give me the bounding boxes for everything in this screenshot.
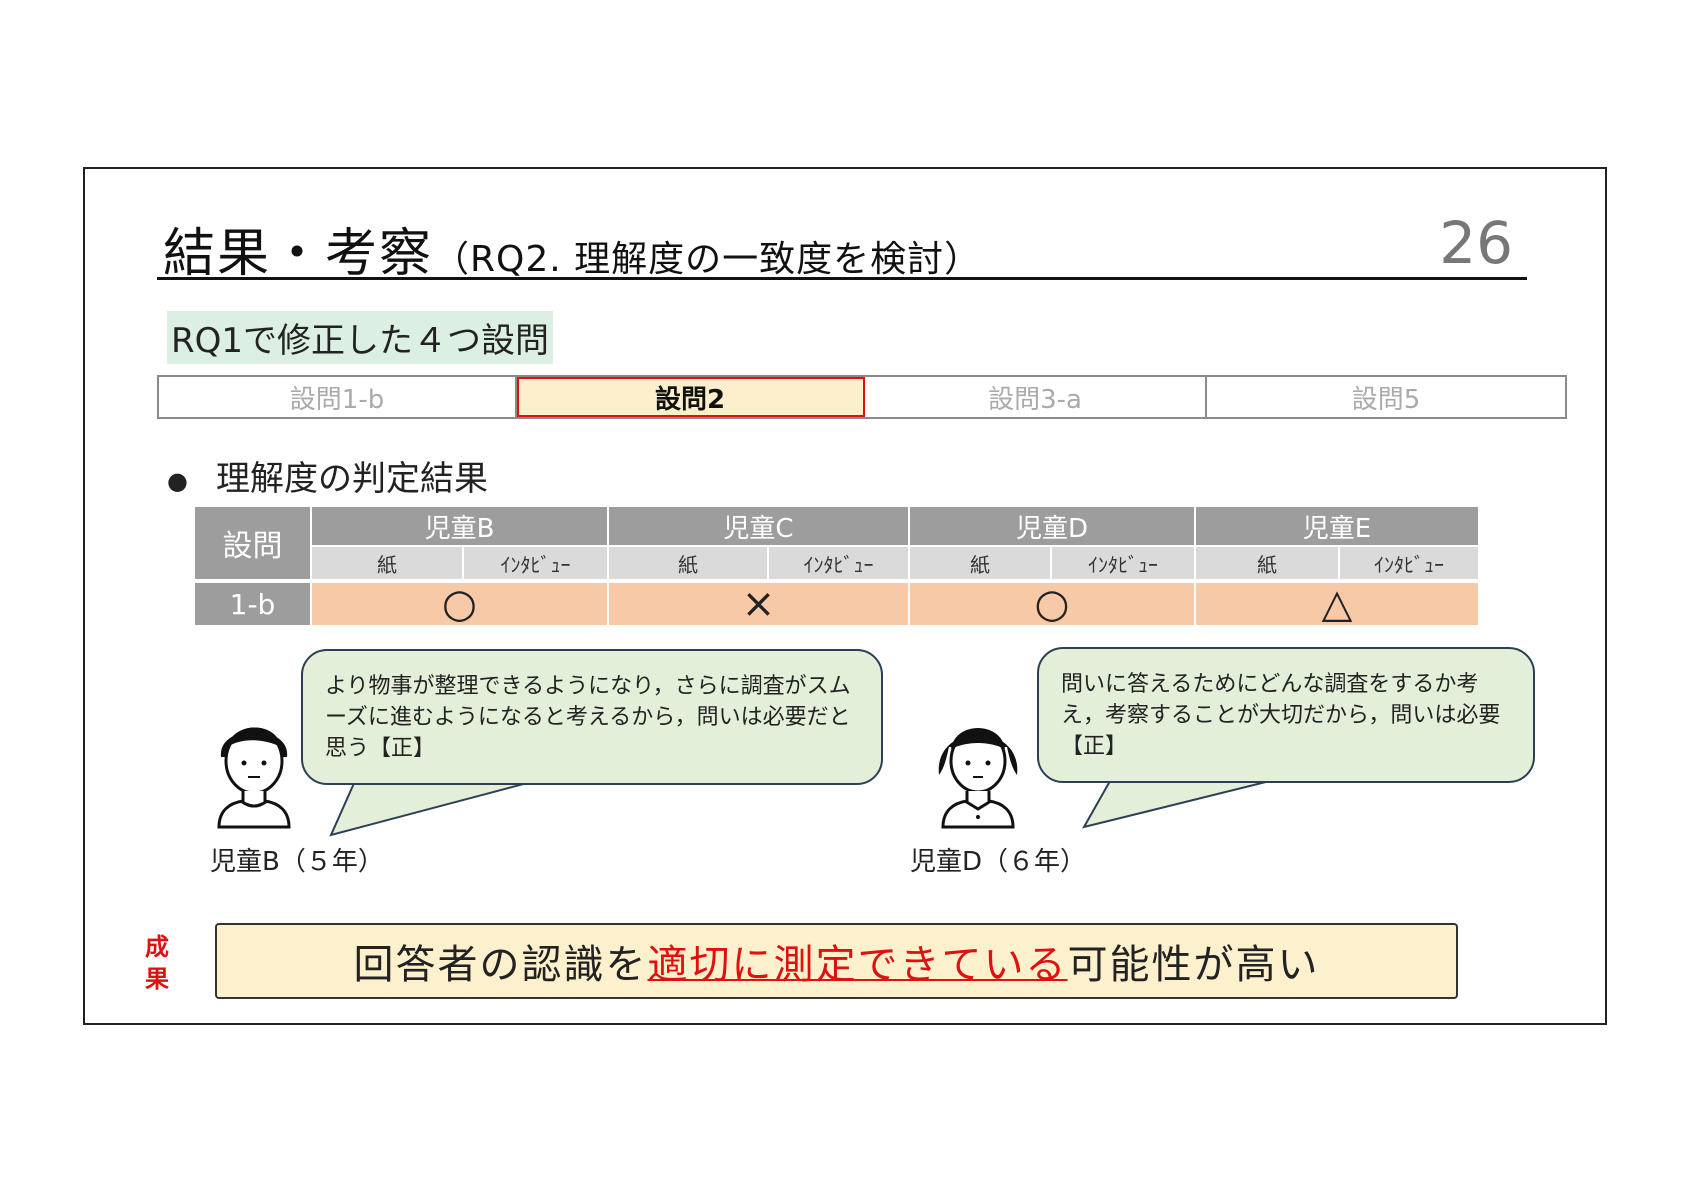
question-tabs: 設問1-b 設問2 設問3-a 設問5 — [157, 375, 1567, 419]
table-header-child-d: 児童D — [908, 507, 1194, 545]
result-tag-line: 果 — [145, 965, 169, 993]
result-box: 回答者の認識を 適切に測定できている 可能性が高い — [215, 923, 1458, 999]
bullet-text: 理解度の判定結果 — [215, 459, 488, 499]
table-cell-child-c: × — [607, 581, 908, 627]
tab-question-3a[interactable]: 設問3-a — [865, 377, 1207, 417]
title-underline — [157, 277, 1527, 280]
table-cell-child-b: ○ — [310, 581, 607, 627]
child-girl-avatar-icon — [938, 728, 1018, 829]
table-header-child-c: 児童C — [607, 507, 908, 545]
table-header-question: 設問 — [195, 507, 310, 579]
table-subheader-interview: ｲﾝﾀﾋﾞｭｰ — [462, 545, 607, 579]
tab-question-2[interactable]: 設問2 — [517, 377, 865, 417]
comment-text: より物事が整理できるようになり，さらに調査がスムーズに進むようになると考えるから… — [325, 674, 851, 761]
speaker-label-child-d: 児童D（６年） — [910, 847, 1087, 877]
comment-text: 問いに答えるためにどんな調査をするか考え，考察することが大切だから，問いは必要【… — [1061, 672, 1501, 759]
result-tag-line: 成 — [145, 933, 169, 961]
table-cell-child-e: △ — [1194, 581, 1478, 627]
result-text-highlight: 適切に測定できている — [647, 942, 1068, 988]
result-tag: 成 果 — [142, 931, 172, 995]
tab-question-1b[interactable]: 設問1-b — [159, 377, 517, 417]
slide: 結果・考察（RQ2. 理解度の一致度を検討） 26 RQ1で修正した４つ設問 設… — [83, 167, 1607, 1025]
slide-title: 結果・考察（RQ2. 理解度の一致度を検討） — [163, 211, 981, 286]
rq-label: RQ1で修正した４つ設問 — [167, 311, 554, 364]
table-subheader-paper: 紙 — [607, 545, 767, 579]
comment-bubble-child-b: より物事が整理できるようになり，さらに調査がスムーズに進むようになると考えるから… — [301, 649, 883, 785]
table-subheader-paper: 紙 — [1194, 545, 1338, 579]
comment-bubble-child-d: 問いに答えるためにどんな調査をするか考え，考察することが大切だから，問いは必要【… — [1037, 647, 1535, 783]
table-cell-child-d: ○ — [908, 581, 1194, 627]
child-boy-avatar-icon — [217, 727, 291, 829]
table-subheader-interview: ｲﾝﾀﾋﾞｭｰ — [1050, 545, 1194, 579]
table-subheader-interview: ｲﾝﾀﾋﾞｭｰ — [767, 545, 908, 579]
table-row-label: 1-b — [195, 583, 310, 625]
table-header-child-b: 児童B — [310, 507, 607, 545]
page-number: 26 — [1439, 209, 1513, 277]
result-text-before: 回答者の認識を — [353, 942, 648, 988]
title-sub: （RQ2. 理解度の一致度を検討） — [433, 239, 982, 280]
judgement-table: 設問 児童B 児童C 児童D 児童E 紙 ｲﾝﾀﾋﾞｭｰ 紙 ｲﾝﾀﾋﾞｭｰ 紙… — [195, 507, 1478, 627]
bullet-item: ● 理解度の判定結果 — [167, 451, 488, 500]
result-text-after: 可能性が高い — [1067, 942, 1320, 988]
table-subheader-paper: 紙 — [310, 545, 462, 579]
speaker-label-child-b: 児童B（５年） — [210, 847, 384, 877]
tab-question-5[interactable]: 設問5 — [1207, 377, 1565, 417]
table-subheader-paper: 紙 — [908, 545, 1050, 579]
table-subheader-interview: ｲﾝﾀﾋﾞｭｰ — [1338, 545, 1478, 579]
table-header-child-e: 児童E — [1194, 507, 1478, 545]
speech-bubble-tail — [329, 780, 535, 837]
bullet-dot-icon: ● — [167, 466, 188, 495]
title-main: 結果・考察 — [163, 224, 434, 284]
speech-bubble-tail — [1081, 780, 1270, 829]
